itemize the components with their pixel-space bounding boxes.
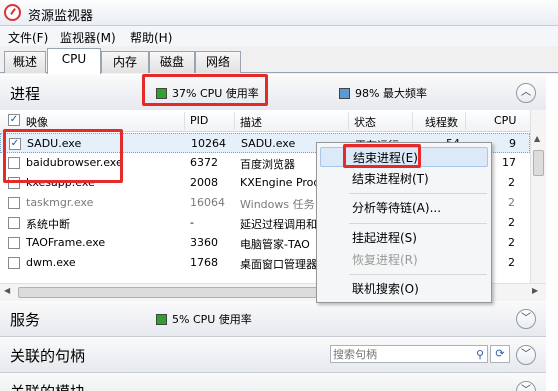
scroll-up-icon[interactable]: ▲ [534,134,540,143]
row-image: taskmgr.exe [26,196,94,209]
row-description: 百度浏览器 [240,158,295,171]
handles-title: 关联的句柄 [10,347,86,365]
row-checkbox[interactable] [8,257,20,269]
services-title: 服务 [10,311,41,329]
row-image: baidubrowser.exe [26,156,123,169]
row-pid: 1768 [190,256,218,269]
row-cpu: 9 [509,137,516,150]
search-icon[interactable]: ⚲ [476,348,484,361]
menu-analyze-wait-chain[interactable]: 分析等待链(A)... [320,198,488,218]
tab-cpu[interactable]: CPU [47,48,101,74]
row-checkbox[interactable] [8,197,20,209]
refresh-icon[interactable]: ⟳ [490,345,510,363]
cpu-usage-text: 37% CPU 使用率 [172,87,259,100]
process-context-menu: 结束进程(E) 结束进程树(T) 分析等待链(A)... 挂起进程(S) 恢复进… [316,142,492,303]
tab-memory[interactable]: 内存 [101,51,149,73]
column-cpu[interactable]: CPU [494,114,516,127]
processes-title: 进程 [10,85,41,103]
row-pid: - [190,216,194,229]
column-image[interactable]: 映像 [26,114,48,130]
services-header[interactable]: 服务 5% CPU 使用率 ﹀ [0,301,546,337]
services-cpu-text: 5% CPU 使用率 [172,313,252,326]
row-pid: 2008 [190,176,218,189]
row-cpu: 17 [502,156,516,169]
column-threads[interactable]: 线程数 [425,114,458,130]
row-cpu: 2 [508,256,515,269]
row-checkbox[interactable]: ✓ [9,138,21,150]
row-description: SADU.exe [241,137,296,150]
row-pid: 6372 [190,156,218,169]
row-checkbox[interactable] [8,237,20,249]
row-description: Windows 任务 [240,198,315,211]
row-description: 桌面窗口管理器 [240,258,316,271]
row-cpu: 2 [508,176,515,189]
tab-disk[interactable]: 磁盘 [149,51,195,73]
menu-search-online[interactable]: 联机搜索(O) [320,279,488,299]
menu-help[interactable]: 帮助(H) [130,29,172,46]
menu-suspend-process[interactable]: 挂起进程(S) [320,228,488,248]
select-all-checkbox[interactable]: ✓ [8,114,20,126]
row-cpu: 2 [508,196,515,209]
menu-bar: 文件(F) 监视器(M) 帮助(H) [0,26,558,46]
menu-resume-process[interactable]: 恢复进程(R) [320,250,488,270]
row-cpu: 2 [508,236,515,249]
row-checkbox[interactable] [8,157,20,169]
resource-monitor-icon [4,4,21,21]
expand-services-icon[interactable]: ﹀ [516,309,536,329]
vertical-scroll-thumb[interactable] [533,150,544,176]
max-frequency-swatch [339,88,350,99]
row-image: SADU.exe [27,137,82,150]
max-frequency-text: 98% 最大频率 [355,87,427,100]
cpu-usage-swatch [156,88,167,99]
row-description: 延迟过程调用和 [240,218,316,231]
row-checkbox[interactable] [8,177,20,189]
scroll-left-icon[interactable]: ◀ [4,286,10,295]
scroll-right-icon[interactable]: ▶ [532,286,538,295]
search-handles-field[interactable]: ⚲ [330,345,488,363]
menu-monitor[interactable]: 监视器(M) [60,29,116,46]
column-pid[interactable]: PID [190,114,208,127]
row-description: 电脑管家-TAO [240,238,310,251]
title-bar: 资源监视器 [0,0,558,26]
services-cpu-swatch [156,314,167,325]
modules-header[interactable]: 关联的模块 ﹀ [0,373,546,391]
row-pid: 16064 [190,196,225,209]
tab-overview[interactable]: 概述 [4,51,46,73]
row-cpu: 2 [508,216,515,229]
row-image: kxesapp.exe [26,176,95,189]
expand-handles-icon[interactable]: ﹀ [516,345,536,365]
column-description[interactable]: 描述 [240,114,262,130]
modules-title: 关联的模块 [10,381,85,391]
row-pid: 10264 [191,137,226,150]
row-image: dwm.exe [26,256,76,269]
window-title: 资源监视器 [28,9,94,24]
process-table-header: ✓ 映像 PID 描述 状态 线程数 CPU [0,110,530,132]
menu-file[interactable]: 文件(F) [8,29,48,46]
menu-end-process-tree[interactable]: 结束进程树(T) [320,169,488,189]
row-image: TAOFrame.exe [26,236,106,249]
row-image: 系统中断 [26,218,70,231]
collapse-processes-icon[interactable]: ︿ [516,83,536,103]
tab-strip: 概述 CPU 内存 磁盘 网络 [0,47,558,74]
row-description: KXEngine Prod [240,176,316,189]
search-handles-input[interactable] [331,346,461,362]
menu-end-process[interactable]: 结束进程(E) [320,147,488,167]
row-checkbox[interactable] [8,217,20,229]
processes-header[interactable]: 进程 37% CPU 使用率 98% 最大频率 ︿ [0,75,546,111]
column-status[interactable]: 状态 [354,114,376,130]
row-pid: 3360 [190,236,218,249]
tab-network[interactable]: 网络 [195,51,241,73]
expand-modules-icon[interactable]: ﹀ [516,381,536,391]
